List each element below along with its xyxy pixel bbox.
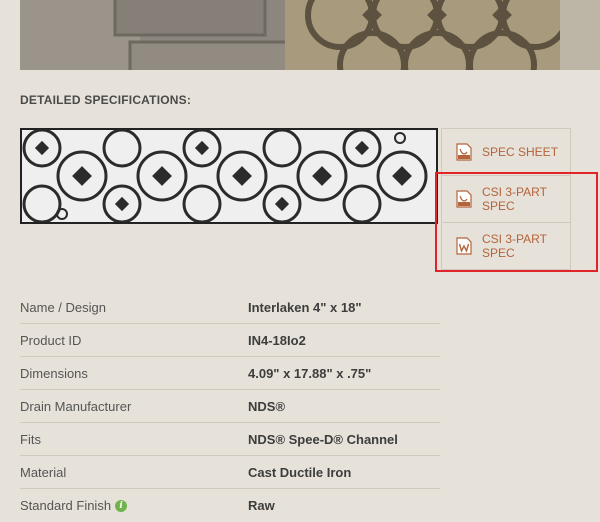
spec-row: Material Cast Ductile Iron <box>20 456 440 489</box>
spec-sheet-link[interactable]: SPEC SHEET <box>441 128 571 176</box>
spec-value: NDS® <box>248 398 286 414</box>
spec-row: Drain Manufacturer NDS® <box>20 390 440 423</box>
csi-spec-pdf-link[interactable]: CSI 3-PART SPEC <box>441 176 571 223</box>
csi-spec-pdf-label: CSI 3-PART SPEC <box>482 185 547 213</box>
spec-value: Cast Ductile Iron <box>248 464 352 480</box>
spec-label-standard-finish: Standard Finish i <box>20 498 248 513</box>
spec-value: Interlaken 4" x 18" <box>248 299 362 315</box>
spec-label: Material <box>20 464 67 480</box>
spec-row: Standard Finish i Raw <box>20 489 440 522</box>
spec-label: Drain Manufacturer <box>20 398 132 414</box>
csi-spec-word-label: CSI 3-PART SPEC <box>482 232 547 260</box>
pdf-file-icon <box>456 143 472 161</box>
download-links: SPEC SHEET CSI 3-PART SPEC CSI 3-PART SP… <box>441 128 571 270</box>
spec-label-text: Standard Finish <box>20 498 112 513</box>
spec-label: Product ID <box>20 332 82 348</box>
spec-label: Name / Design <box>20 299 106 315</box>
spec-row: Dimensions 4.09" x 17.88" x .75" <box>20 357 440 390</box>
spec-row: Fits NDS® Spee-D® Channel <box>20 423 440 456</box>
spec-label: Dimensions <box>20 365 88 381</box>
spec-row: Product ID IN4-18Io2 <box>20 324 440 357</box>
csi-spec-word-link[interactable]: CSI 3-PART SPEC <box>441 223 571 270</box>
spec-value: 4.09" x 17.88" x .75" <box>248 365 372 381</box>
spec-row: Name / Design Interlaken 4" x 18" <box>20 291 440 324</box>
pdf-file-icon <box>456 190 472 208</box>
hero-photo <box>20 0 600 70</box>
section-heading: DETAILED SPECIFICATIONS: <box>20 93 192 107</box>
spec-label: Fits <box>20 431 41 447</box>
spec-sheet-label: SPEC SHEET <box>482 145 559 159</box>
spec-table: Name / Design Interlaken 4" x 18" Produc… <box>20 291 440 522</box>
word-file-icon <box>456 237 472 255</box>
info-icon[interactable]: i <box>115 499 128 512</box>
spec-value: NDS® Spee-D® Channel <box>248 431 398 447</box>
grate-product-image <box>20 128 438 224</box>
spec-value: IN4-18Io2 <box>248 332 306 348</box>
spec-value: Raw <box>248 498 275 513</box>
